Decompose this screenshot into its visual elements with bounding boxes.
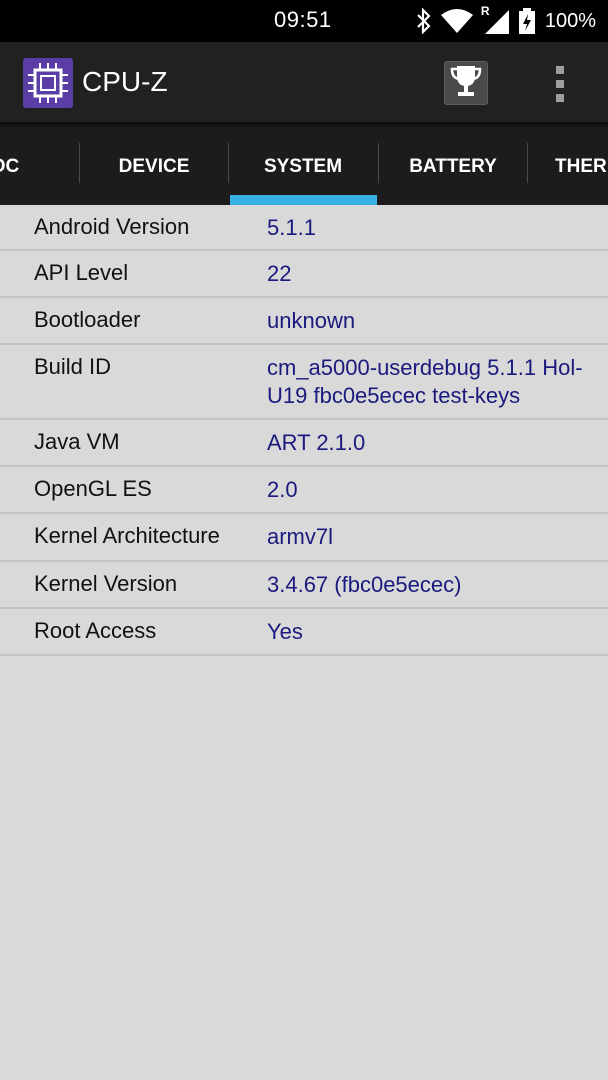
row-label: Bootloader xyxy=(34,307,141,332)
tab-system[interactable]: SYSTEM xyxy=(228,128,378,205)
row-value: Yes xyxy=(267,619,303,644)
menu-dot xyxy=(556,80,564,88)
row-value: 3.4.67 (fbc0e5ecec) xyxy=(267,572,462,597)
app-title: CPU-Z xyxy=(82,66,168,97)
tab-battery[interactable]: BATTERY xyxy=(378,128,528,205)
tab-bar: OC DEVICE SYSTEM BATTERY THER xyxy=(0,128,608,205)
list-item-kernel-architecture: Kernel Architecture armv7l xyxy=(0,514,608,562)
list-item-android-version: Android Version 5.1.1 xyxy=(0,205,608,251)
row-label: Android Version xyxy=(34,214,190,239)
selected-tab-indicator xyxy=(230,195,377,205)
tab-device[interactable]: DEVICE xyxy=(79,128,229,205)
row-label: Build ID xyxy=(34,354,112,379)
row-label: API Level xyxy=(34,260,129,285)
roaming-badge: R xyxy=(480,4,490,18)
status-time: 09:51 xyxy=(274,7,332,32)
row-value: 22 xyxy=(267,261,292,286)
status-icons: R 100% xyxy=(415,4,596,36)
trophy-icon xyxy=(450,64,482,103)
cell-signal-icon: R xyxy=(481,4,511,34)
row-value: 2.0 xyxy=(267,477,298,502)
row-value: cm_a5000-userdebug 5.1.1 Hol-U19 fbc0e5e… xyxy=(267,355,583,408)
row-label: Kernel Architecture xyxy=(34,523,220,548)
list-item-root-access: Root Access Yes xyxy=(0,609,608,656)
trophy-button[interactable] xyxy=(444,61,488,105)
system-info-list: Android Version 5.1.1 API Level 22 Bootl… xyxy=(0,205,608,656)
list-item-opengl-es: OpenGL ES 2.0 xyxy=(0,467,608,514)
row-value: ART 2.1.0 xyxy=(267,430,366,455)
status-bar: 09:51 R 100% xyxy=(0,0,608,42)
list-item-kernel-version: Kernel Version 3.4.67 (fbc0e5ecec) xyxy=(0,562,608,609)
menu-dot xyxy=(556,94,564,102)
row-label: Java VM xyxy=(34,429,120,454)
battery-percent: 100% xyxy=(544,9,596,32)
list-item-api-level: API Level 22 xyxy=(0,251,608,298)
list-item-build-id: Build ID cm_a5000-userdebug 5.1.1 Hol-U1… xyxy=(0,345,608,420)
battery-charging-icon xyxy=(518,8,535,34)
overflow-menu-button[interactable] xyxy=(540,62,580,106)
row-value: 5.1.1 xyxy=(267,215,316,240)
wifi-icon xyxy=(440,9,473,33)
row-value: armv7l xyxy=(267,524,334,549)
row-label: Root Access xyxy=(34,618,157,643)
bluetooth-icon xyxy=(415,8,433,34)
row-value: unknown xyxy=(267,308,356,333)
tab-soc[interactable]: OC xyxy=(0,128,80,205)
list-item-bootloader: Bootloader unknown xyxy=(0,298,608,345)
app-bar: CPU-Z xyxy=(0,42,608,122)
row-label: OpenGL ES xyxy=(34,476,152,501)
tab-thermal[interactable]: THER xyxy=(527,128,608,205)
row-label: Kernel Version xyxy=(34,571,178,596)
list-item-java-vm: Java VM ART 2.1.0 xyxy=(0,420,608,467)
menu-dot xyxy=(556,66,564,74)
cpu-chip-icon xyxy=(23,58,73,108)
